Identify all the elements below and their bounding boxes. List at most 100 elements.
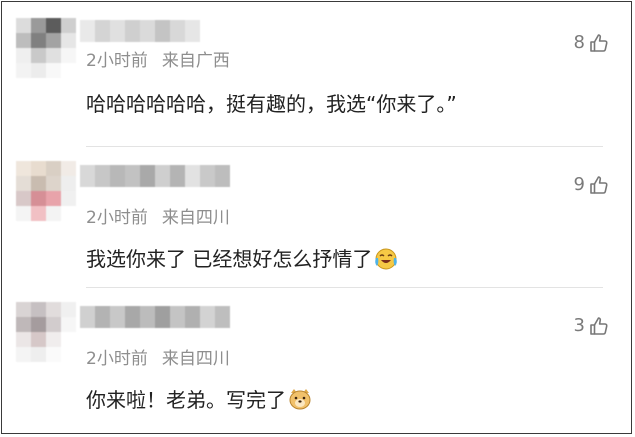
avatar-pixel <box>16 176 31 191</box>
avatar[interactable] <box>16 18 76 78</box>
username-pixel <box>155 20 170 42</box>
avatar-pixel <box>31 347 46 362</box>
avatar-pixel <box>61 18 76 33</box>
avatar-pixel <box>16 161 31 176</box>
avatar-pixel <box>16 332 31 347</box>
avatar-pixel <box>31 33 46 48</box>
avatar-pixel <box>16 302 31 317</box>
avatar-pixel <box>61 302 76 317</box>
avatar-pixel <box>61 33 76 48</box>
username-pixel <box>80 165 95 187</box>
comment-item: 2小时前 来自广西 哈哈哈哈哈哈，挺有趣的，我选“你来了。” 8 <box>2 2 631 148</box>
username-pixel <box>170 306 185 328</box>
avatar-pixel <box>31 161 46 176</box>
comment-text: 我选你来了 已经想好怎么抒情了 <box>86 243 399 272</box>
username-pixel <box>110 165 125 187</box>
avatar-pixel <box>46 18 61 33</box>
comment-location: 来自四川 <box>161 208 230 228</box>
avatar-pixel <box>31 191 46 206</box>
avatar-pixel <box>46 206 61 221</box>
comment-time: 2小时前 <box>86 349 148 369</box>
comment-text-content: 我选你来了 已经想好怎么抒情了 <box>86 247 373 271</box>
username-pixel <box>95 20 110 42</box>
avatar-pixel <box>16 33 31 48</box>
comment-text-content: 你来啦！老弟。写完了 <box>86 388 286 412</box>
avatar-pixel <box>61 317 76 332</box>
comment-time: 2小时前 <box>86 51 148 71</box>
divider <box>86 146 603 147</box>
username-pixel <box>80 20 95 42</box>
username-pixel <box>80 306 95 328</box>
avatar-pixel <box>16 48 31 63</box>
avatar[interactable] <box>16 161 76 221</box>
avatar-pixel <box>31 206 46 221</box>
like-count: 9 <box>573 174 585 195</box>
avatar-pixel <box>16 347 31 362</box>
comment-meta: 2小时前 来自四川 <box>86 203 230 228</box>
avatar-pixel <box>46 347 61 362</box>
avatar-pixel <box>31 302 46 317</box>
avatar-pixel <box>46 161 61 176</box>
avatar-pixel <box>16 18 31 33</box>
like-button[interactable]: 9 <box>574 174 609 195</box>
username-pixel <box>155 306 170 328</box>
username-pixel <box>140 20 155 42</box>
avatar[interactable] <box>16 302 76 362</box>
username-pixel <box>215 165 230 187</box>
avatar-pixel <box>61 48 76 63</box>
comment-time: 2小时前 <box>86 208 148 228</box>
avatar-pixel <box>31 63 46 78</box>
avatar-pixel <box>46 191 61 206</box>
thumbs-up-icon <box>590 33 608 52</box>
comment-text: 你来啦！老弟。写完了 <box>86 384 313 413</box>
avatar-pixel <box>16 191 31 206</box>
avatar-pixel <box>31 332 46 347</box>
laugh-cry-emoji <box>375 248 398 270</box>
username-pixel <box>185 306 200 328</box>
like-button[interactable]: 3 <box>574 315 609 336</box>
username-pixel <box>185 20 200 42</box>
avatar-pixel <box>16 317 31 332</box>
username-pixel <box>110 20 125 42</box>
avatar-pixel <box>61 206 76 221</box>
avatar-pixel <box>61 63 76 78</box>
like-button[interactable]: 8 <box>574 32 609 53</box>
username-pixel <box>125 20 140 42</box>
avatar-pixel <box>46 302 61 317</box>
comment-text: 哈哈哈哈哈哈，挺有趣的，我选“你来了。” <box>86 88 457 117</box>
username-pixel <box>215 306 230 328</box>
username[interactable] <box>80 306 230 328</box>
username[interactable] <box>80 20 200 42</box>
comment-list: 2小时前 来自广西 哈哈哈哈哈哈，挺有趣的，我选“你来了。” 8 2小时前 来自四川… <box>1 1 632 434</box>
comment-location: 来自广西 <box>161 51 230 71</box>
avatar-pixel <box>31 317 46 332</box>
avatar-pixel <box>61 176 76 191</box>
like-count: 3 <box>573 315 585 336</box>
divider <box>86 287 603 288</box>
username[interactable] <box>80 165 230 187</box>
avatar-pixel <box>46 33 61 48</box>
username-pixel <box>140 165 155 187</box>
avatar-pixel <box>61 332 76 347</box>
username-pixel <box>95 306 110 328</box>
avatar-pixel <box>16 206 31 221</box>
username-pixel <box>200 306 215 328</box>
avatar-pixel <box>46 317 61 332</box>
avatar-pixel <box>46 63 61 78</box>
comment-item: 2小时前 来自四川 我选你来了 已经想好怎么抒情了 9 <box>2 149 631 289</box>
comment-text-content: 哈哈哈哈哈哈，挺有趣的，我选“你来了。” <box>86 92 457 116</box>
thumbs-up-icon <box>590 316 608 335</box>
username-pixel <box>95 165 110 187</box>
comment-meta: 2小时前 来自广西 <box>86 46 230 71</box>
username-pixel <box>125 306 140 328</box>
avatar-pixel <box>46 48 61 63</box>
like-count: 8 <box>573 32 585 53</box>
avatar-pixel <box>31 176 46 191</box>
comment-meta: 2小时前 来自四川 <box>86 344 230 369</box>
username-pixel <box>170 165 185 187</box>
username-pixel <box>185 165 200 187</box>
avatar-pixel <box>16 63 31 78</box>
username-pixel <box>155 165 170 187</box>
avatar-pixel <box>61 191 76 206</box>
doge-emoji <box>289 389 311 410</box>
